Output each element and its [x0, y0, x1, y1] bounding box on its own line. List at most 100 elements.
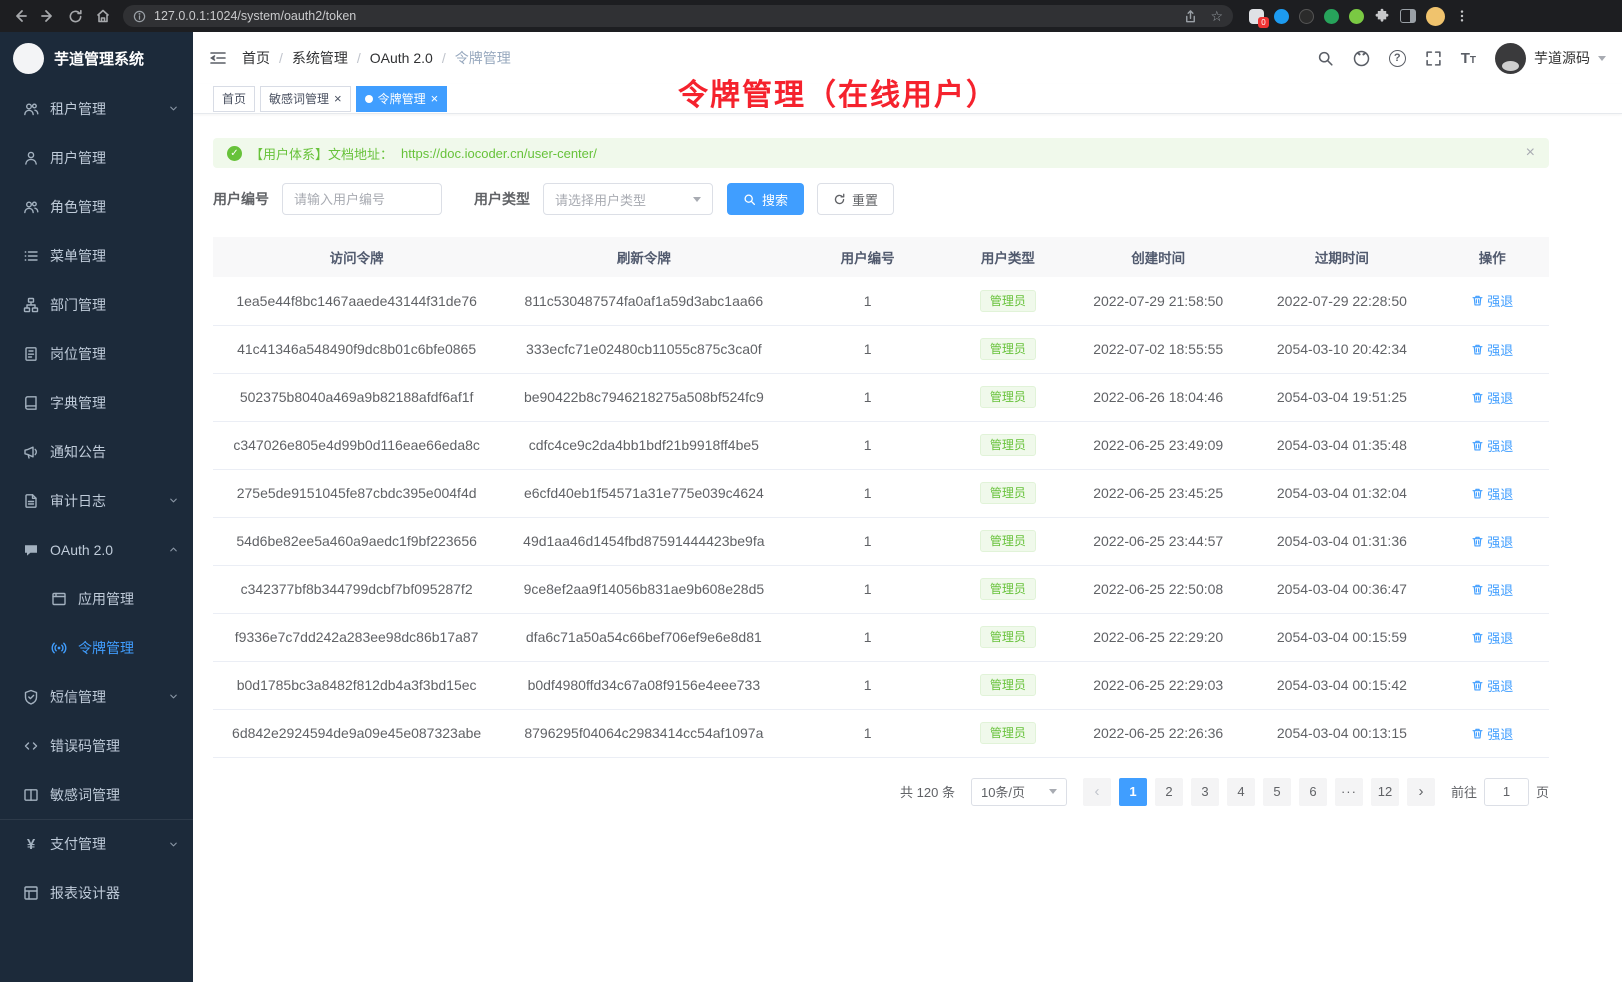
help-icon[interactable]: ? [1389, 50, 1406, 67]
force-logout-button[interactable]: 强退 [1471, 388, 1513, 407]
sidebar-item-post[interactable]: 岗位管理 [0, 329, 193, 378]
page-button[interactable]: 12 [1371, 778, 1399, 806]
sidebar-item-role[interactable]: 角色管理 [0, 182, 193, 231]
site-info-icon[interactable] [133, 10, 146, 23]
url-bar[interactable]: 127.0.0.1:1024/system/oauth2/token ☆ [123, 5, 1233, 27]
created-time-value: 2022-06-25 22:50:08 [1093, 581, 1223, 597]
access-token-value: 275e5de9151045fe87cbdc395e004f4d [237, 485, 477, 501]
tab-token-manage[interactable]: 令牌管理 × [356, 86, 448, 112]
sidebar-item-sensitive-word[interactable]: 敏感词管理 [0, 770, 193, 819]
user-type-badge: 管理员 [980, 434, 1036, 456]
goto-page-input[interactable] [1484, 778, 1529, 806]
page-button[interactable]: 3 [1191, 778, 1219, 806]
breadcrumb-item[interactable]: 首页 [242, 48, 270, 68]
extension-icon-green[interactable] [1324, 9, 1339, 24]
sidebar-item-sms[interactable]: 短信管理 [0, 672, 193, 721]
app-logo-row[interactable]: 芋道管理系统 [0, 32, 193, 84]
page-ellipsis[interactable]: ··· [1335, 778, 1363, 806]
search-button[interactable]: 搜索 [727, 183, 804, 215]
browser-menu-icon[interactable] [1455, 9, 1469, 23]
doc-link[interactable]: https://doc.iocoder.cn/user-center/ [401, 146, 597, 161]
breadcrumb-item[interactable]: 系统管理 [292, 48, 348, 68]
search-icon[interactable] [1317, 50, 1334, 67]
close-icon[interactable]: × [1526, 144, 1535, 162]
tab-home[interactable]: 首页 [213, 86, 255, 112]
sidebar-item-menu[interactable]: 菜单管理 [0, 231, 193, 280]
side-panel-icon[interactable] [1400, 9, 1416, 23]
refresh-token-value: be90422b8c7946218275a508bf524fc9 [524, 389, 764, 405]
fullscreen-icon[interactable] [1425, 50, 1442, 67]
force-logout-button[interactable]: 强退 [1471, 532, 1513, 551]
page-size-select[interactable]: 10条/页 [971, 778, 1067, 806]
force-logout-button[interactable]: 强退 [1471, 340, 1513, 359]
reset-button[interactable]: 重置 [817, 183, 894, 215]
user-menu[interactable]: 芋道源码 [1495, 43, 1606, 74]
forward-icon[interactable] [40, 8, 56, 24]
extension-icon-blue[interactable] [1274, 9, 1289, 24]
back-icon[interactable] [12, 8, 28, 24]
sidebar-fold-icon[interactable] [209, 49, 227, 67]
reload-icon[interactable] [68, 9, 83, 24]
page-button[interactable]: 4 [1227, 778, 1255, 806]
force-logout-button[interactable]: 强退 [1471, 580, 1513, 599]
page-button[interactable]: 5 [1263, 778, 1291, 806]
sidebar-item-app-manage[interactable]: 应用管理 [0, 574, 193, 623]
tab-label: 首页 [222, 90, 246, 107]
force-logout-button[interactable]: 强退 [1471, 291, 1513, 310]
browser-chrome: 127.0.0.1:1024/system/oauth2/token ☆ 0 [0, 0, 1622, 32]
puzzle-icon[interactable] [1374, 8, 1390, 24]
tab-sensitive-word[interactable]: 敏感词管理 × [260, 86, 351, 112]
user-type-select[interactable]: 请选择用户类型 [543, 183, 713, 215]
page-button[interactable]: 6 [1299, 778, 1327, 806]
home-icon[interactable] [95, 8, 111, 24]
share-icon[interactable] [1183, 9, 1198, 24]
close-icon[interactable]: × [431, 92, 439, 105]
sidebar-item-dept[interactable]: 部门管理 [0, 280, 193, 329]
force-logout-button[interactable]: 强退 [1471, 628, 1513, 647]
force-logout-button[interactable]: 强退 [1471, 724, 1513, 743]
breadcrumb-item[interactable]: OAuth 2.0 [370, 50, 433, 66]
extension-icon-lime[interactable] [1349, 9, 1364, 24]
bookmark-star-icon[interactable]: ☆ [1210, 9, 1223, 23]
page-button[interactable]: 2 [1155, 778, 1183, 806]
force-logout-button[interactable]: 强退 [1471, 676, 1513, 695]
extension-icon-badged[interactable]: 0 [1249, 9, 1264, 24]
extension-icon-dark[interactable] [1299, 9, 1314, 24]
user-id-input[interactable] [282, 183, 442, 215]
sidebar-item-oauth[interactable]: OAuth 2.0 [0, 525, 193, 574]
app-title: 芋道管理系统 [54, 48, 144, 69]
profile-avatar[interactable] [1426, 7, 1445, 26]
font-size-icon[interactable]: TT [1461, 51, 1476, 66]
page-list: 123456···12 [1119, 778, 1399, 806]
force-logout-button[interactable]: 强退 [1471, 484, 1513, 503]
chevron-down-icon [168, 495, 179, 506]
force-logout-button[interactable]: 强退 [1471, 436, 1513, 455]
sidebar-item-token-manage[interactable]: 令牌管理 [0, 623, 193, 672]
sidebar-item-notice[interactable]: 通知公告 [0, 427, 193, 476]
pagination: 共 120 条 10条/页 ‹ 123456···12 › 前往 页 [213, 778, 1549, 806]
access-token-value: 41c41346a548490f9dc8b01c6bfe0865 [237, 341, 476, 357]
badge-icon [23, 346, 39, 362]
sidebar-item-dict[interactable]: 字典管理 [0, 378, 193, 427]
page-button[interactable]: 1 [1119, 778, 1147, 806]
user-type-badge: 管理员 [980, 290, 1036, 312]
next-page-button[interactable]: › [1407, 778, 1435, 806]
sidebar-item-tenant[interactable]: 租户管理 [0, 84, 193, 133]
app-logo [13, 43, 44, 74]
select-placeholder: 请选择用户类型 [555, 190, 646, 209]
sidebar-item-error-code[interactable]: 错误码管理 [0, 721, 193, 770]
github-icon[interactable] [1353, 50, 1370, 67]
sidebar-item-user[interactable]: 用户管理 [0, 133, 193, 182]
prev-page-button[interactable]: ‹ [1083, 778, 1111, 806]
user-icon [23, 150, 39, 166]
goto-unit: 页 [1536, 782, 1549, 801]
refresh-token-value: 333ecfc71e02480cb11055c875c3ca0f [526, 341, 762, 357]
sidebar-item-audit-log[interactable]: 审计日志 [0, 476, 193, 525]
access-token-value: 54d6be82ee5a460a9aedc1f9bf223656 [236, 533, 477, 549]
close-icon[interactable]: × [334, 92, 342, 105]
user-id-label: 用户编号 [213, 189, 269, 209]
sidebar-item-payment[interactable]: ¥ 支付管理 [0, 819, 193, 868]
sidebar-item-report-designer[interactable]: 报表设计器 [0, 868, 193, 917]
extension-badge: 0 [1258, 17, 1269, 28]
expire-time-value: 2054-03-04 00:15:59 [1277, 629, 1407, 645]
